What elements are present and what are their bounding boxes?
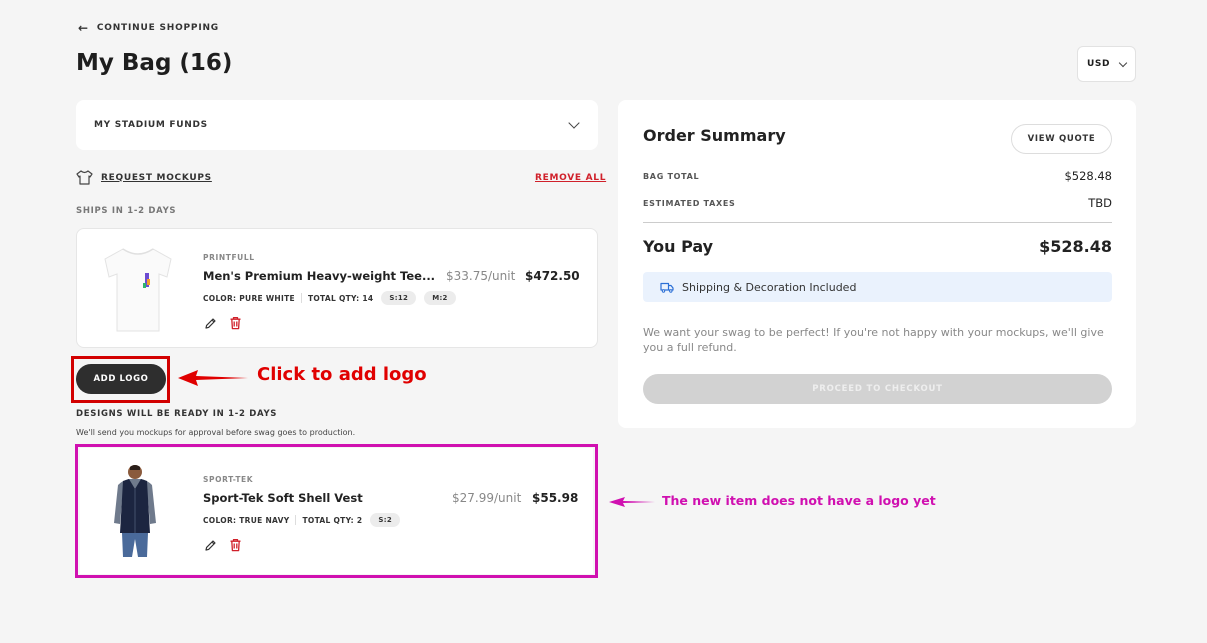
item-qty: TOTAL QTY: 14 [307,293,374,303]
taxes-label: ESTIMATED TAXES [643,199,736,208]
item-brand: PRINTFULL [203,253,255,262]
page-title: My Bag (16) [76,50,233,76]
remove-all-link[interactable]: REMOVE ALL [535,173,606,183]
designs-section-heading: DESIGNS WILL BE READY IN 1-2 DAYS [76,409,278,419]
size-chip: S:12 [381,291,417,305]
cart-item-card: SPORT-TEK Sport-Tek Soft Shell Vest $27.… [80,448,593,574]
divider [300,293,302,303]
currency-select[interactable]: USD [1077,46,1136,82]
item-unit-price: $27.99/unit [452,491,522,505]
stadium-funds-label: MY STADIUM FUNDS [94,120,208,130]
size-chip: M:2 [424,291,456,305]
edit-pencil-icon[interactable] [204,539,217,552]
add-logo-annotation: Click to add logo [257,364,427,385]
item-qty: TOTAL QTY: 2 [302,515,363,525]
item-total: $472.50 [525,269,580,283]
currency-value: USD [1086,59,1111,69]
add-logo-button[interactable]: ADD LOGO [76,364,166,394]
item-meta: COLOR: TRUE NAVY TOTAL QTY: 2 S:2 [203,513,401,527]
item-name[interactable]: Men's Premium Heavy-weight Tee... [203,269,435,283]
item-unit-price: $33.75/unit [446,269,516,283]
designs-section-note: We'll send you mockups for approval befo… [76,428,356,437]
request-mockups-link[interactable]: REQUEST MOCKUPS [76,170,212,185]
summary-divider [643,222,1112,223]
arrow-left-annotation-icon [178,370,248,386]
continue-shopping-label: CONTINUE SHOPPING [96,23,219,33]
cart-item-card: PRINTFULL Men's Premium Heavy-weight Tee… [76,228,598,348]
arrow-left-annotation-icon [609,497,655,507]
taxes-value: TBD [1088,196,1112,210]
size-chip: S:2 [370,513,401,527]
bag-total-value: $528.48 [1064,169,1112,183]
continue-shopping-link[interactable]: ← CONTINUE SHOPPING [78,21,219,35]
request-mockups-label: REQUEST MOCKUPS [101,172,212,183]
chevron-down-icon [568,117,580,129]
vest-product-image [114,465,156,557]
item-color: COLOR: PURE WHITE [203,293,295,303]
ships-section-heading: SHIPS IN 1-2 DAYS [76,206,177,216]
trash-icon[interactable] [229,316,242,330]
edit-pencil-icon[interactable] [204,317,217,330]
refund-note: We want your swag to be perfect! If you'… [643,326,1104,354]
truck-icon [660,282,674,293]
item-color: COLOR: TRUE NAVY [203,515,290,525]
item-total: $55.98 [532,491,579,505]
item-brand: SPORT-TEK [203,475,254,484]
shipping-included-banner: Shipping & Decoration Included [643,272,1112,302]
item-meta: COLOR: PURE WHITE TOTAL QTY: 14 S:12 M:2 [203,291,456,305]
order-summary-title: Order Summary [643,126,786,145]
you-pay-value: $528.48 [1039,237,1112,256]
no-logo-annotation: The new item does not have a logo yet [662,493,936,508]
stadium-funds-dropdown[interactable]: MY STADIUM FUNDS [76,100,598,150]
you-pay-label: You Pay [643,237,714,256]
trash-icon[interactable] [229,538,242,552]
arrow-left-icon: ← [78,21,89,35]
view-quote-button[interactable]: VIEW QUOTE [1011,124,1112,154]
proceed-to-checkout-button[interactable]: PROCEED TO CHECKOUT [643,374,1112,404]
bag-total-label: BAG TOTAL [643,172,700,181]
tshirt-product-image [104,248,172,332]
divider [295,515,297,525]
shipping-note: Shipping & Decoration Included [682,280,857,294]
tshirt-icon [76,170,93,185]
item-name[interactable]: Sport-Tek Soft Shell Vest [203,491,363,505]
chevron-down-icon [1118,58,1128,67]
